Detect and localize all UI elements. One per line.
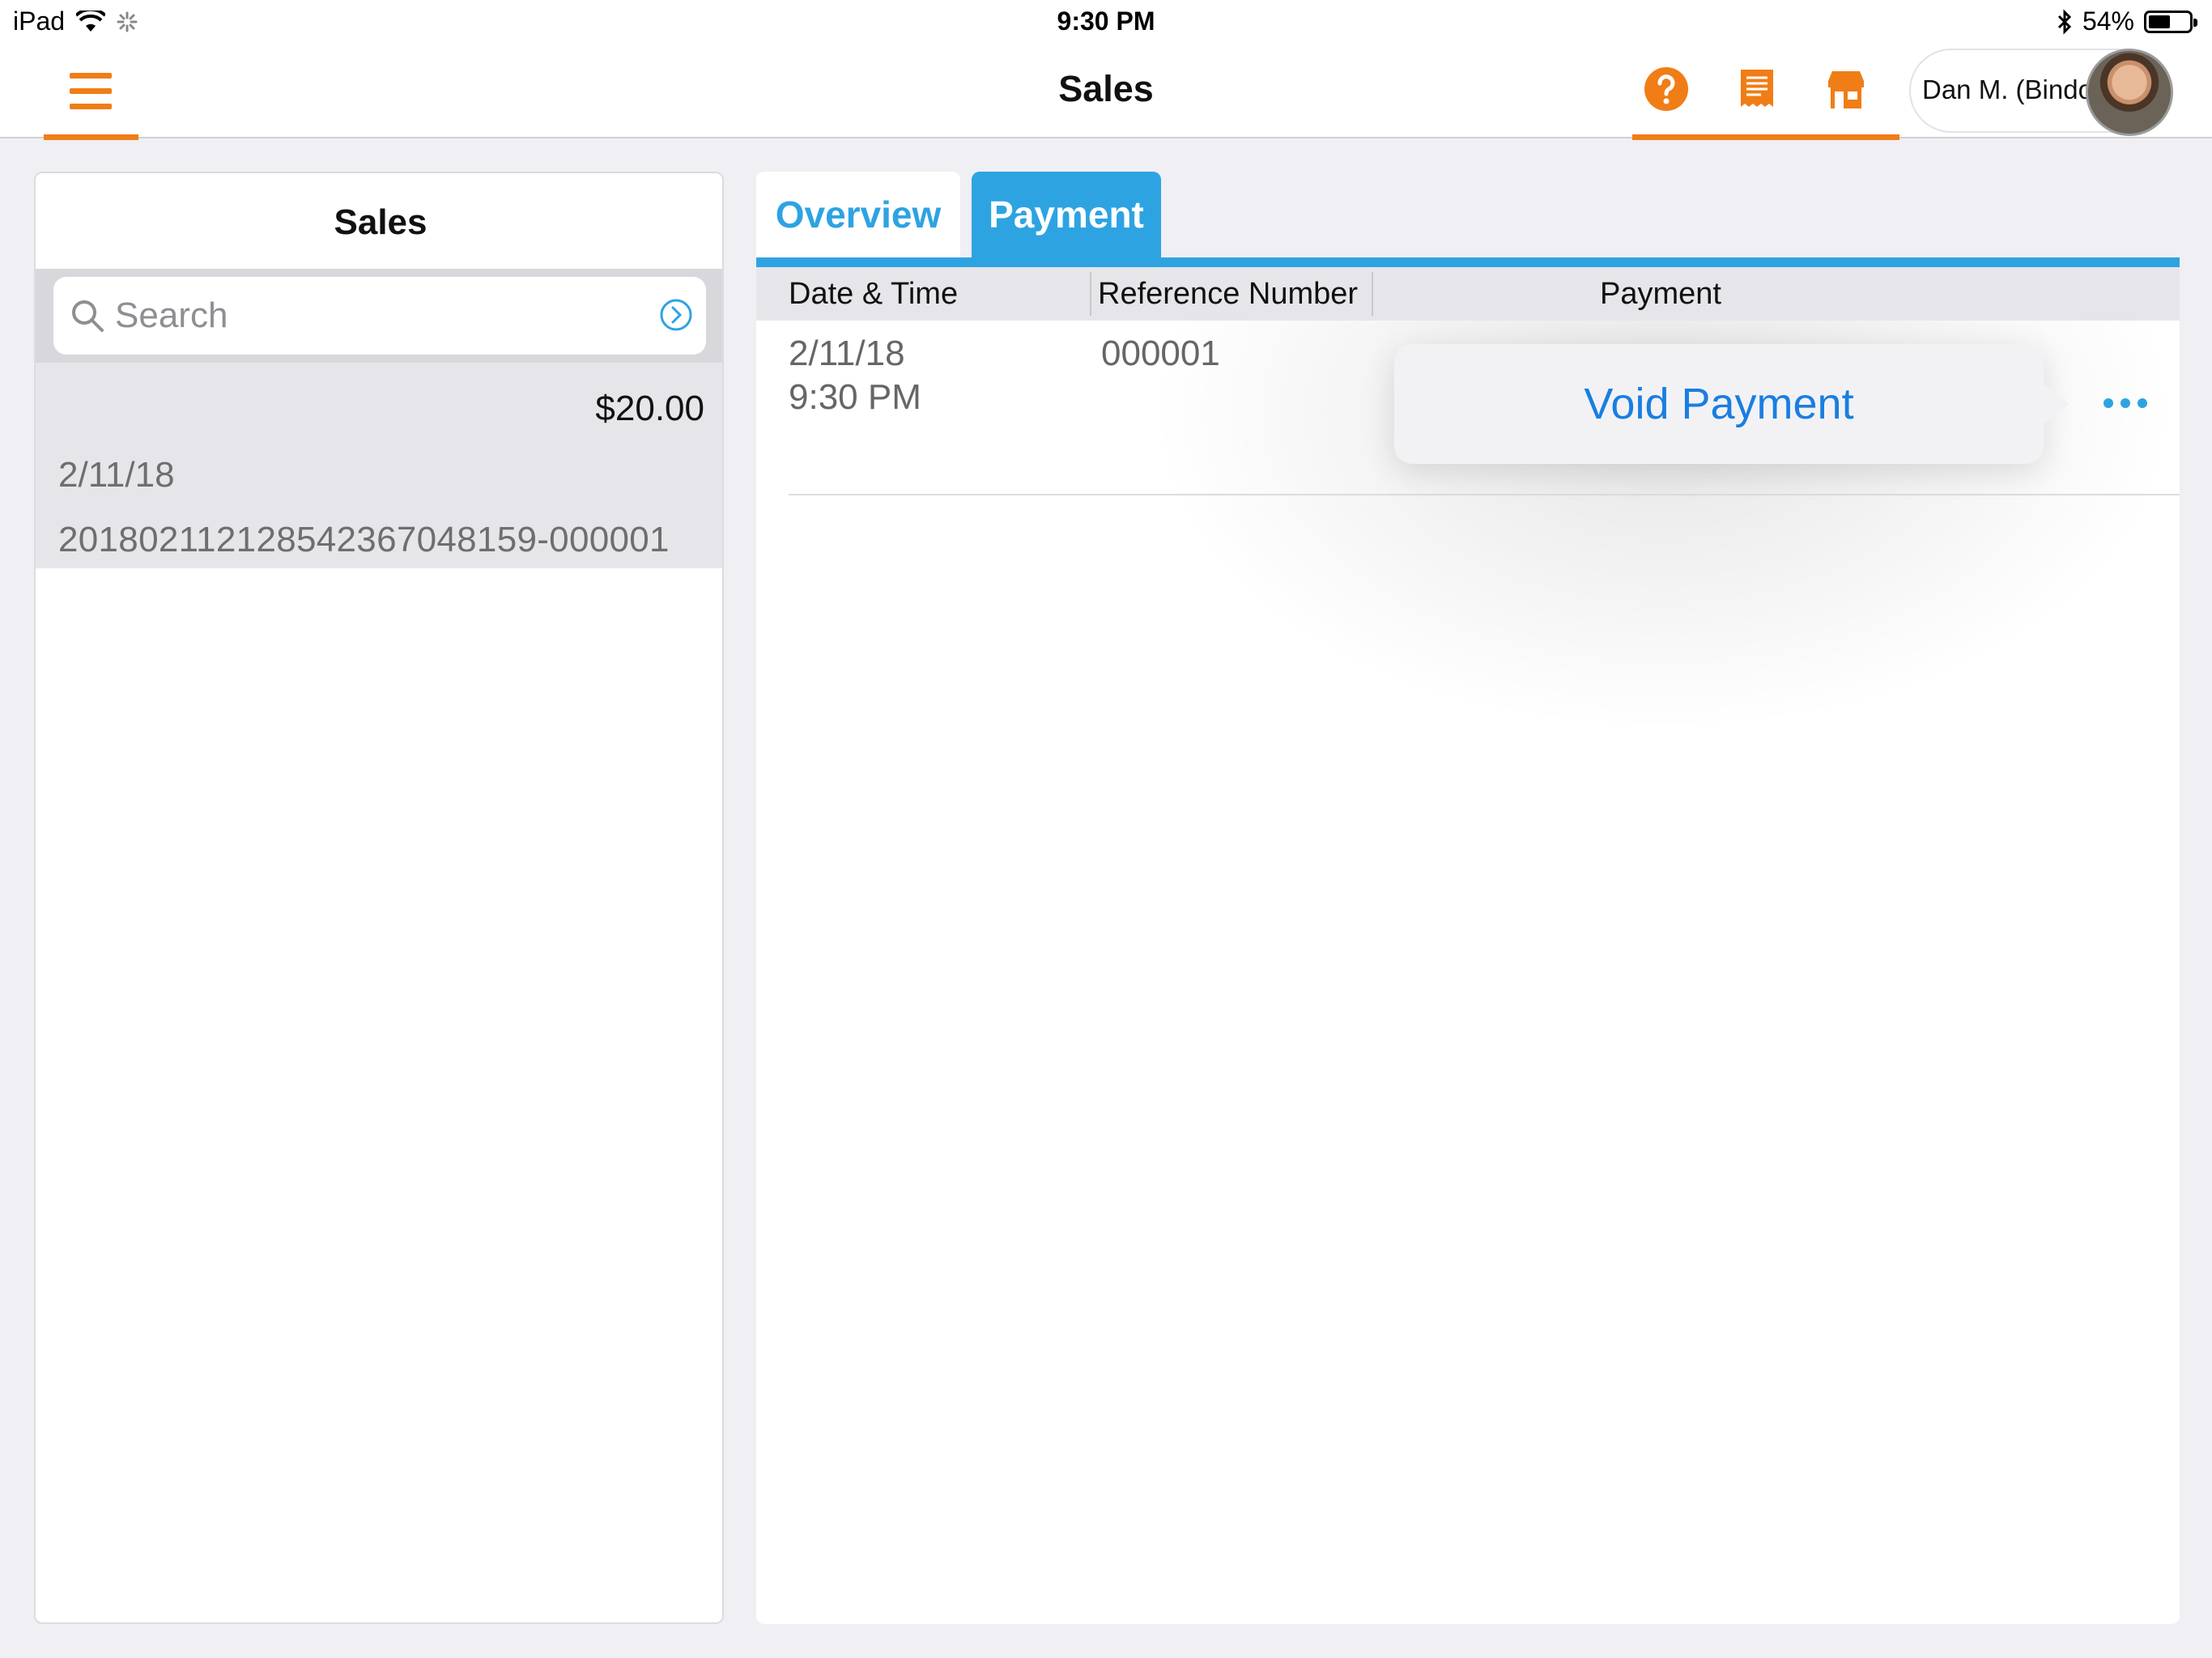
user-name: Dan M. (Bindo)	[1922, 74, 2102, 104]
receipt-icon[interactable]	[1734, 66, 1780, 112]
row-date: 2/11/18	[789, 334, 905, 373]
tab-payment[interactable]: Payment	[972, 172, 1161, 257]
tab-overview[interactable]: Overview	[756, 172, 960, 257]
avatar	[2086, 49, 2173, 136]
user-account-button[interactable]: Dan M. (Bindo)	[1909, 49, 2173, 136]
search-icon	[72, 300, 104, 332]
search-input[interactable]	[115, 291, 633, 340]
sales-list-title: Sales	[334, 202, 428, 242]
sale-id: 20180211212854236704815​9-000001	[58, 520, 670, 559]
column-header-date-time: Date & Time	[789, 277, 959, 311]
ellipsis-icon	[2104, 398, 2113, 408]
sales-list-panel: Sales $20.00 2/11/18 2018021121285423670…	[34, 172, 724, 1624]
more-options-button[interactable]	[2097, 387, 2154, 419]
help-icon[interactable]	[1644, 66, 1689, 112]
void-payment-button[interactable]: Void Payment	[1394, 344, 2044, 464]
chevron-right-circle-icon[interactable]	[659, 298, 693, 332]
sale-date: 2/11/18	[58, 455, 175, 495]
nav-actions	[1632, 45, 1899, 140]
row-divider	[789, 494, 2180, 495]
row-time: 9:30 PM	[789, 377, 921, 417]
table-header: Date & Time Reference Number Payment	[756, 267, 2180, 321]
column-header-payment: Payment	[1600, 277, 1721, 311]
column-header-reference: Reference Number	[1098, 277, 1359, 311]
store-icon[interactable]	[1823, 66, 1869, 112]
row-reference: 000001	[1101, 334, 1220, 373]
bluetooth-icon	[2057, 8, 2072, 35]
battery-fill	[2149, 15, 2170, 28]
search-box	[53, 277, 706, 355]
battery-percent: 54%	[2082, 6, 2134, 36]
list-item[interactable]: $20.00 2/11/18 20180211212854236704815​9…	[36, 363, 722, 568]
battery-icon	[2144, 10, 2197, 33]
status-time: 9:30 PM	[1057, 6, 1155, 36]
sale-amount: $20.00	[595, 389, 704, 428]
search-bar	[36, 269, 722, 363]
status-bar: iPad 9:30 PM 54%	[0, 0, 2212, 45]
nav-bar: Sales Dan M. (Bindo)	[0, 45, 2212, 140]
status-right: 54%	[2057, 6, 2197, 36]
action-popover: Void Payment	[1394, 344, 2069, 464]
